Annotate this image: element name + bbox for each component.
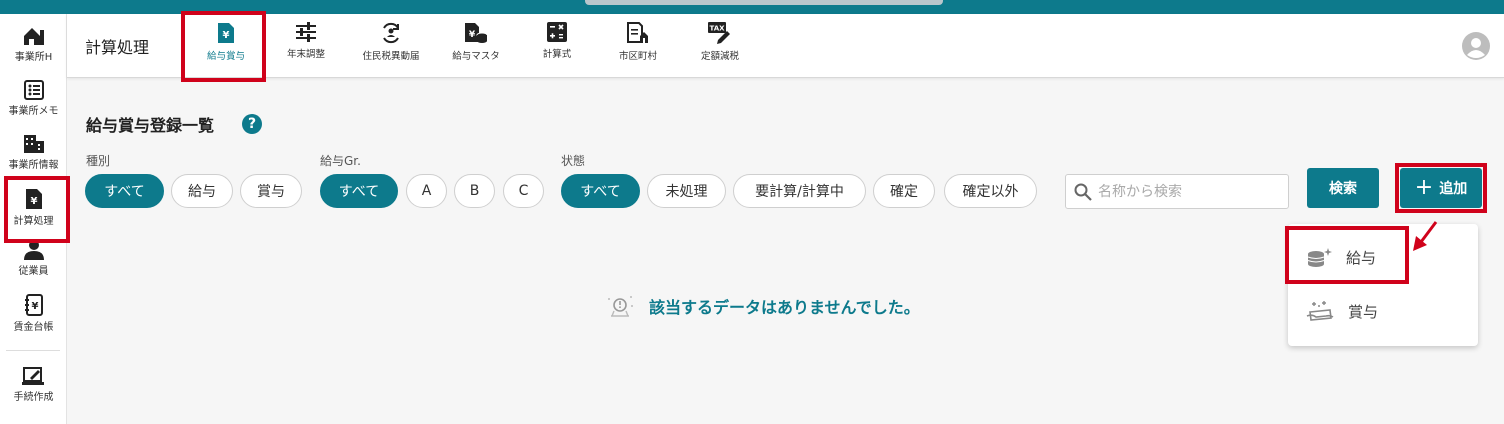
sidebar-item-label: 事業所H: [14, 52, 53, 63]
filter-status-all[interactable]: すべて: [561, 174, 640, 208]
add-menu-item-salary[interactable]: 給与: [1288, 230, 1478, 284]
filter-type-all[interactable]: すべて: [85, 174, 164, 208]
empty-state: 該当するデータはありませんでした。: [605, 292, 920, 320]
top-bar: [0, 0, 1504, 14]
coins-icon: [1307, 248, 1332, 267]
tab-fixed-tax-reduction[interactable]: TAX 定額減税: [681, 22, 759, 74]
filter-group-a[interactable]: A: [406, 174, 447, 208]
tab-label: 給与賞与: [206, 51, 245, 62]
transfer-person-icon: [383, 22, 399, 44]
procedure-edit-icon: [21, 367, 44, 385]
filter-status-needs-calculation[interactable]: 要計算/計算中: [733, 174, 866, 208]
left-sidebar: 事業所H 事業所メモ 事業所情報 ¥ 計算処理 従業員 ¥ 賃金台帳 手続作成: [0, 14, 67, 424]
filter-status-not-confirmed[interactable]: 確定以外: [944, 174, 1037, 208]
sidebar-item-label: 賃金台帳: [13, 322, 54, 333]
sidebar-item-employees[interactable]: 従業員: [0, 240, 67, 292]
filter-type-label: 種別: [86, 154, 111, 168]
empty-message: 該当するデータはありませんでした。: [649, 298, 920, 317]
sidebar-item-label: 事業所メモ: [8, 106, 59, 117]
tab-label: 定額減税: [700, 51, 739, 62]
filter-group-c[interactable]: C: [503, 174, 544, 208]
module-title: 計算処理: [85, 38, 150, 57]
red-arrow-annotation: [1413, 221, 1438, 251]
filter-type-bonus[interactable]: 賞与: [240, 174, 302, 208]
sidebar-item-calculation[interactable]: ¥ 計算処理: [0, 188, 67, 240]
tab-municipality[interactable]: 市区町村: [599, 22, 677, 74]
filter-status-unprocessed[interactable]: 未処理: [647, 174, 726, 208]
office-home-icon: [23, 28, 44, 45]
yen-document-icon: ¥: [25, 189, 42, 209]
ledger-icon: ¥: [24, 294, 43, 316]
sidebar-item-label: 従業員: [18, 266, 49, 277]
sidebar-item-procedures[interactable]: 手続作成: [0, 366, 67, 418]
page-title: 給与賞与登録一覧: [86, 116, 215, 135]
add-menu-item-label: 給与: [1346, 248, 1377, 267]
city-document-icon: [627, 22, 648, 43]
sidebar-item-label: 事業所情報: [8, 160, 59, 171]
search-button[interactable]: 検索: [1307, 168, 1379, 208]
filter-group-label: 給与Gr.: [320, 154, 361, 168]
svg-text:¥: ¥: [31, 301, 38, 312]
tab-label: 市区町村: [618, 51, 657, 62]
svg-text:¥: ¥: [223, 30, 230, 41]
tab-salary-bonus[interactable]: ¥ 給与賞与: [187, 22, 265, 74]
tab-label: 年末調整: [286, 49, 325, 60]
filter-group-b[interactable]: B: [454, 174, 495, 208]
svg-text:TAX: TAX: [709, 25, 725, 33]
bonus-icon: [1306, 301, 1334, 321]
sidebar-item-label: 手続作成: [13, 392, 54, 403]
svg-text:¥: ¥: [469, 30, 476, 40]
search-input[interactable]: [1098, 181, 1284, 203]
sidebar-item-label: 計算処理: [13, 216, 54, 227]
filter-type-salary[interactable]: 給与: [171, 174, 233, 208]
sidebar-item-office-info[interactable]: 事業所情報: [0, 134, 67, 186]
plus-icon: +: [1414, 175, 1434, 200]
no-data-search-icon: [608, 296, 633, 317]
top-bar-handle: [585, 0, 943, 5]
svg-text:¥: ¥: [30, 196, 37, 207]
tab-label: 住民税異動届: [362, 51, 420, 62]
sidebar-divider: [6, 350, 60, 351]
building-icon: [23, 135, 44, 153]
add-button-label: 追加: [1439, 181, 1468, 197]
person-icon: [23, 240, 44, 260]
calculator-icon: [547, 22, 567, 42]
header: 計算処理 ¥ 給与賞与 年末調整 住民税異動届 ¥ 給与マスタ 計算式 市区町村…: [67, 14, 1504, 78]
tab-resident-tax-transfer[interactable]: 住民税異動届: [352, 22, 430, 74]
tax-edit-icon: TAX: [708, 22, 730, 44]
add-button[interactable]: + 追加: [1400, 168, 1482, 208]
yen-database-icon: ¥: [465, 23, 488, 43]
add-menu-item-bonus[interactable]: 賞与: [1288, 284, 1478, 338]
sidebar-item-wage-ledger[interactable]: ¥ 賃金台帳: [0, 294, 67, 346]
search-icon: [1074, 183, 1092, 201]
add-menu-item-label: 賞与: [1348, 302, 1379, 321]
tab-label: 計算式: [542, 49, 572, 60]
memo-list-icon: [23, 80, 44, 100]
tab-formula[interactable]: 計算式: [518, 22, 596, 74]
search-field: [1065, 174, 1289, 209]
filter-status-label: 状態: [561, 154, 586, 168]
add-menu: 給与 賞与: [1288, 224, 1478, 346]
tab-salary-master[interactable]: ¥ 給与マスタ: [437, 22, 515, 74]
filter-status-confirmed[interactable]: 確定: [873, 174, 935, 208]
help-icon[interactable]: ?: [242, 114, 262, 134]
sidebar-item-office-home[interactable]: 事業所H: [0, 26, 67, 78]
sidebar-item-office-memo[interactable]: 事業所メモ: [0, 80, 67, 132]
sliders-icon: [296, 22, 316, 42]
yen-document-icon: ¥: [218, 23, 234, 43]
filter-group-all[interactable]: すべて: [320, 174, 398, 208]
tab-label: 給与マスタ: [452, 51, 500, 62]
tab-year-end-adjustment[interactable]: 年末調整: [267, 22, 345, 74]
user-avatar-icon[interactable]: [1462, 32, 1490, 60]
